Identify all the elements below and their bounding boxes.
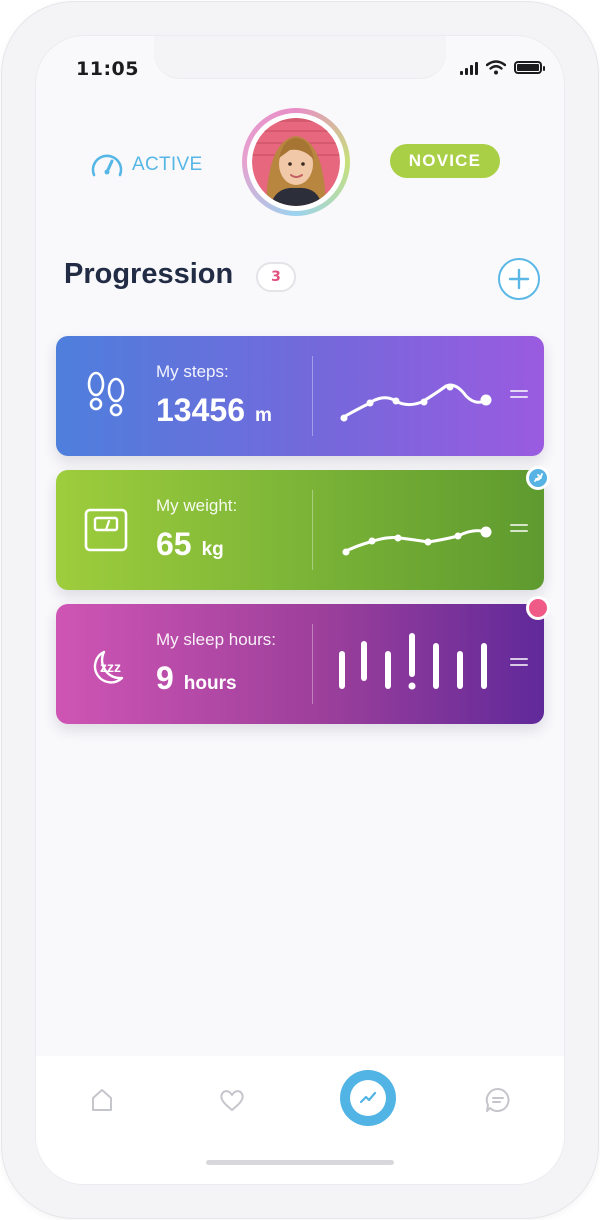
sleep-icon: zzz [93,650,124,684]
plus-icon [508,268,530,290]
sync-indicator[interactable] [526,466,550,490]
steps-label: My steps: [156,362,229,381]
drag-handle[interactable] [510,390,528,402]
scale-icon [84,508,128,552]
steps-trend-graph [340,383,492,422]
status-icons [460,60,545,75]
tab-progress[interactable] [340,1070,396,1126]
sleep-label: My sleep hours: [156,630,276,649]
sleep-value: 9 hours [156,660,237,697]
steps-unit: m [254,405,272,426]
home-icon [92,1089,112,1111]
tab-home[interactable] [82,1080,122,1120]
footprints-icon [87,371,125,417]
signal-icon [460,61,478,75]
heart-icon [220,1090,244,1111]
notch [154,36,446,78]
app-screen: 11:05 ACTIVE NOVICE Progression 3 My ste… [36,36,564,1184]
drag-handle[interactable] [510,524,528,536]
sleep-bars-graph [339,633,487,690]
chat-icon [485,1087,510,1112]
weight-trend-graph [342,526,492,556]
user-avatar [252,118,340,206]
steps-value: 13456 m [156,392,272,429]
tab-messages[interactable] [478,1080,518,1120]
sleep-unit: hours [183,673,237,694]
page-title: Progression [64,258,234,290]
weight-value: 65 kg [156,526,224,563]
sleep-number: 9 [156,660,174,696]
weight-unit: kg [201,539,224,560]
weight-number: 65 [156,526,192,562]
speedometer-icon [91,154,123,177]
divider [312,624,313,704]
activity-status[interactable]: ACTIVE [90,150,202,180]
notification-dot [526,596,550,620]
status-time: 11:05 [76,58,139,80]
level-badge: NOVICE [390,144,500,178]
weight-card[interactable]: My weight: 65 kg [56,470,544,590]
home-indicator [206,1160,394,1165]
divider [312,356,313,436]
chart-icon [359,1091,377,1104]
weight-label: My weight: [156,496,238,515]
sleep-card[interactable]: zzz My sleep hours: 9 hours [56,604,544,724]
avatar[interactable] [242,108,350,216]
battery-icon [514,61,545,74]
count-badge: 3 [256,262,296,292]
add-button[interactable] [498,258,540,300]
divider [312,490,313,570]
plug-icon [534,473,543,482]
tab-bar [36,1056,564,1184]
tab-favorites[interactable] [212,1080,252,1120]
steps-number: 13456 [156,392,245,428]
steps-card[interactable]: My steps: 13456 m [56,336,544,456]
drag-handle[interactable] [510,658,528,670]
svg-text:zzz: zzz [100,659,121,675]
wifi-icon [486,60,506,75]
activity-status-label: ACTIVE [132,154,203,175]
